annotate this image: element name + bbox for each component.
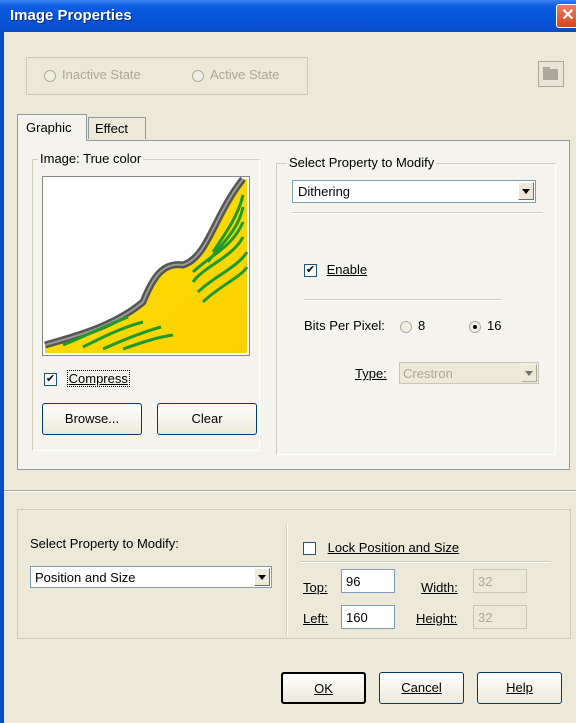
type-label: Type:: [355, 366, 387, 381]
property-group-title: Select Property to Modify: [287, 155, 437, 170]
chevron-down-icon[interactable]: [254, 568, 270, 586]
top-field[interactable]: 96: [341, 569, 395, 593]
chevron-down-icon: [521, 364, 537, 382]
top-label: Top:: [303, 580, 328, 595]
browse-button[interactable]: Browse...: [42, 403, 142, 435]
checkbox-icon: ✔: [304, 264, 317, 278]
height-label: Height:: [416, 611, 458, 626]
bits-8-radio[interactable]: 8: [400, 318, 425, 333]
width-field: 32: [473, 569, 527, 593]
divider: [304, 299, 502, 301]
image-preview: [42, 176, 250, 356]
active-state-radio[interactable]: Active State: [192, 67, 279, 82]
title-bar[interactable]: Image Properties ✕: [0, 0, 576, 32]
divider: [292, 212, 543, 214]
window-frame: [0, 32, 4, 723]
radio-icon: [192, 69, 204, 82]
checkbox-icon: ✔: [44, 373, 57, 387]
width-label: Width:: [421, 580, 458, 595]
left-label: Left:: [303, 611, 329, 626]
folder-icon[interactable]: [538, 61, 564, 87]
height-field: 32: [473, 605, 527, 629]
cancel-button[interactable]: Cancel: [379, 672, 464, 704]
type-select: Crestron: [399, 362, 539, 384]
compress-checkbox[interactable]: ✔ Compress: [44, 370, 130, 387]
inactive-state-radio[interactable]: Inactive State: [44, 67, 141, 82]
bits-16-radio[interactable]: 16: [469, 318, 501, 333]
image-properties-dialog: Image Properties ✕ Inactive State Active…: [0, 0, 576, 723]
radio-icon: [44, 69, 56, 82]
position-select[interactable]: Position and Size: [30, 566, 272, 588]
position-group-title: Select Property to Modify:: [30, 536, 179, 551]
bits-per-pixel-label: Bits Per Pixel:: [304, 318, 385, 333]
radio-selected-icon: [469, 320, 481, 333]
vertical-divider: [286, 525, 288, 635]
left-field[interactable]: 160: [341, 605, 395, 629]
property-select[interactable]: Dithering: [292, 180, 536, 203]
chevron-down-icon[interactable]: [518, 182, 534, 200]
checkbox-icon: [303, 542, 316, 556]
help-button[interactable]: Help: [477, 672, 562, 704]
tab-effect[interactable]: Effect: [88, 117, 146, 139]
radio-icon: [400, 320, 412, 333]
clear-button[interactable]: Clear: [157, 403, 257, 435]
graphic-preview-icon: [44, 176, 249, 353]
image-group-title: Image: True color: [38, 151, 144, 166]
ok-button[interactable]: OK: [281, 672, 366, 704]
window-title: Image Properties: [10, 7, 132, 24]
divider: [300, 561, 550, 563]
enable-checkbox[interactable]: ✔ Enable: [304, 262, 367, 278]
separator: [4, 490, 576, 492]
property-group: [276, 163, 556, 455]
tab-graphic[interactable]: Graphic: [17, 114, 87, 141]
lock-position-checkbox[interactable]: Lock Position and Size: [303, 540, 459, 556]
close-icon[interactable]: ✕: [556, 4, 576, 28]
